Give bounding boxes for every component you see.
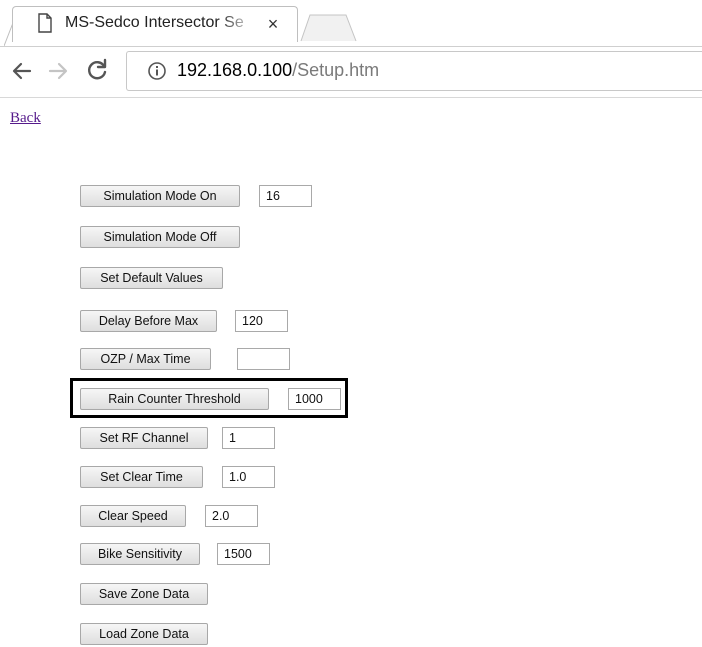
clear-time-field[interactable]: 1.0 [222, 466, 275, 488]
tab-close-button[interactable]: × [263, 13, 283, 35]
address-field[interactable]: 192.168.0.100/Setup.htm [126, 51, 702, 91]
load-zone-data-button[interactable]: Load Zone Data [80, 623, 208, 645]
url-path: /Setup.htm [292, 60, 380, 80]
browser-tab[interactable]: MS-Sedco Intersector Se × [12, 6, 298, 42]
clear-speed-field[interactable]: 2.0 [205, 505, 258, 527]
document-icon [38, 13, 52, 33]
back-link[interactable]: Back [10, 110, 41, 127]
url-host: 192.168.0.100 [177, 60, 293, 80]
set-rf-channel-button[interactable]: Set RF Channel [80, 427, 208, 449]
simulation-mode-value-field[interactable]: 16 [259, 185, 312, 207]
simulation-mode-off-button[interactable]: Simulation Mode Off [80, 226, 240, 248]
tab-title: MS-Sedco Intersector Se [65, 14, 244, 31]
rain-counter-threshold-field[interactable]: 1000 [288, 388, 341, 410]
set-default-values-button[interactable]: Set Default Values [80, 267, 223, 289]
rain-counter-threshold-button[interactable]: Rain Counter Threshold [80, 388, 269, 410]
reload-icon[interactable] [84, 57, 110, 83]
ozp-max-time-field[interactable] [237, 348, 290, 370]
info-icon[interactable] [147, 61, 167, 81]
back-arrow-icon[interactable] [10, 59, 34, 83]
new-tab-button[interactable] [300, 14, 358, 42]
forward-arrow-icon[interactable] [46, 59, 70, 83]
toolbar: 192.168.0.100/Setup.htm [0, 46, 702, 98]
set-clear-time-button[interactable]: Set Clear Time [80, 466, 203, 488]
save-zone-data-button[interactable]: Save Zone Data [80, 583, 208, 605]
bike-sensitivity-button[interactable]: Bike Sensitivity [80, 543, 200, 565]
delay-before-max-field[interactable]: 120 [235, 310, 288, 332]
simulation-mode-on-button[interactable]: Simulation Mode On [80, 185, 240, 207]
url-text: 192.168.0.100/Setup.htm [177, 60, 379, 81]
rf-channel-field[interactable]: 1 [222, 427, 275, 449]
bike-sensitivity-field[interactable]: 1500 [217, 543, 270, 565]
ozp-max-time-button[interactable]: OZP / Max Time [80, 348, 211, 370]
delay-before-max-button[interactable]: Delay Before Max [80, 310, 217, 332]
clear-speed-button[interactable]: Clear Speed [80, 505, 186, 527]
tab-strip: MS-Sedco Intersector Se × [0, 0, 702, 46]
